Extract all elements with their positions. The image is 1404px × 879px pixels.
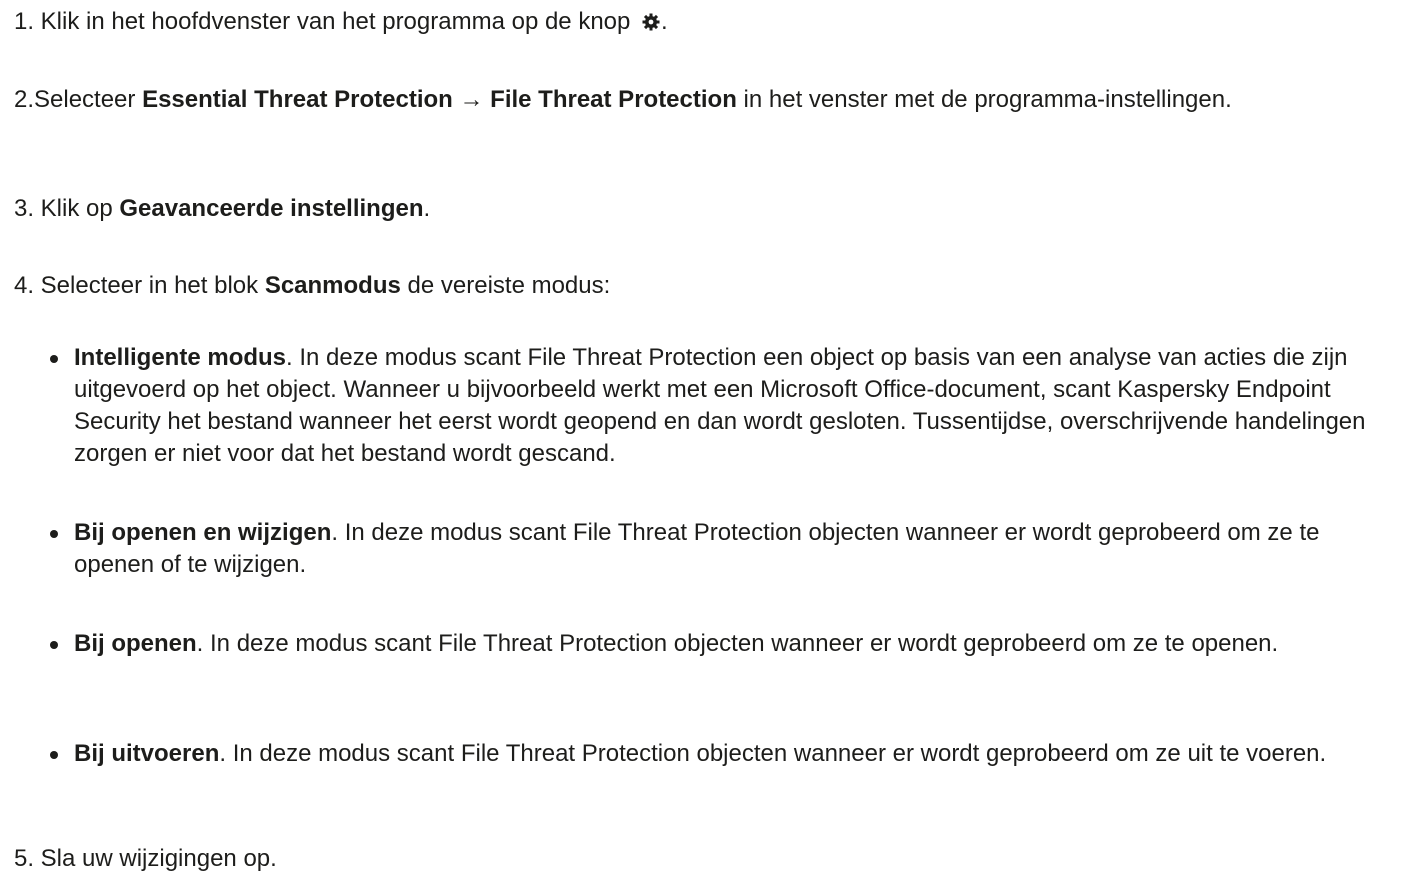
- bullet-dot: [50, 355, 58, 363]
- bullet-dot: [50, 641, 58, 649]
- gear-icon: [641, 9, 661, 31]
- step-text: Klik op: [40, 195, 120, 222]
- step-text: Selecteer: [34, 86, 143, 113]
- mode-description: . In deze modus scant File Threat Protec…: [219, 740, 1327, 767]
- scan-mode-label: Scanmodus: [264, 272, 401, 299]
- step-number: 3.: [13, 195, 34, 222]
- step-text-end: .: [423, 195, 431, 222]
- step-1: 1. Klik in het hoofdvenster van het prog…: [0, 6, 1390, 38]
- menu-path-file-threat-protection: File Threat Protection: [490, 86, 737, 113]
- step-3: 3. Klik op Geavanceerde instellingen.: [0, 193, 1390, 225]
- instructions-page: 1. Klik in het hoofdvenster van het prog…: [0, 0, 1404, 879]
- step-number: 5.: [13, 845, 34, 872]
- step-4: 4. Selecteer in het blok Scanmodus de ve…: [0, 270, 1390, 302]
- arrow-separator: →: [452, 86, 491, 113]
- mode-description: . In deze modus scant File Threat Protec…: [196, 630, 1279, 657]
- list-item-open-and-modify: Bij openen en wijzigen. In deze modus sc…: [50, 517, 1380, 581]
- step-number: 4.: [13, 272, 34, 299]
- step-2: 2. Selecteer Essential Threat Protection…: [0, 84, 1300, 116]
- step-5: 5. Sla uw wijzigingen op.: [0, 843, 1390, 875]
- list-item-open: Bij openen. In deze modus scant File Thr…: [50, 628, 1380, 660]
- step-text: Sla uw wijzigingen op.: [40, 845, 277, 872]
- step-number: 1.: [13, 8, 34, 35]
- list-item-execute: Bij uitvoeren. In deze modus scant File …: [50, 738, 1380, 770]
- mode-name: Bij openen en wijzigen: [74, 519, 332, 546]
- step-text-end: de vereiste modus:: [400, 272, 611, 299]
- step-number: 2.: [13, 86, 34, 113]
- mode-name: Intelligente modus: [74, 344, 287, 371]
- advanced-settings-label: Geavanceerde instellingen: [119, 195, 424, 222]
- step-text-end: .: [661, 8, 668, 35]
- bullet-dot: [50, 530, 58, 538]
- bullet-dot: [50, 751, 58, 759]
- step-text-end: in het venster met de programma-instelli…: [736, 86, 1232, 113]
- menu-path-essential-threat-protection: Essential Threat Protection: [142, 86, 453, 113]
- step-text: Selecteer in het blok: [40, 272, 265, 299]
- step-text: Klik in het hoofdvenster van het program…: [40, 8, 631, 35]
- mode-name: Bij openen: [74, 630, 197, 657]
- mode-name: Bij uitvoeren: [74, 740, 220, 767]
- list-item-intelligent-mode: Intelligente modus. In deze modus scant …: [50, 342, 1390, 470]
